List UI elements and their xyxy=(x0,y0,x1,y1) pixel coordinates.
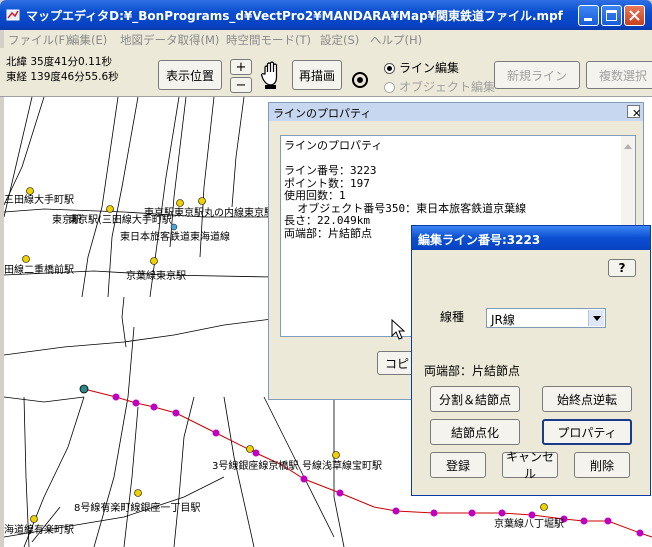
minimize-icon xyxy=(584,18,592,21)
minimize-button[interactable] xyxy=(578,5,599,26)
station-label: 東京駅東京駅丸の内線東京駅 xyxy=(144,208,274,219)
station-label: 8号線有楽町線銀座一丁目駅 xyxy=(74,503,201,514)
property-button[interactable]: プロパティ xyxy=(542,419,632,445)
station-label: 東日本旅客鉄道東海道線 xyxy=(120,232,230,243)
show-position-button[interactable]: 表示位置 xyxy=(158,60,222,90)
radio-unselected-icon xyxy=(384,82,395,93)
hand-tool-button[interactable] xyxy=(259,60,283,90)
properties-close-button[interactable]: ✕ xyxy=(627,105,642,120)
station-label: 3号線銀座線京橋駅 xyxy=(212,461,299,472)
multi-select-button[interactable]: 複数選択 xyxy=(586,61,652,89)
register-button[interactable]: 登録 xyxy=(430,452,486,478)
menu-help[interactable]: ヘルプ(H) xyxy=(370,32,422,48)
close-icon xyxy=(629,10,640,21)
line-type-label: 線種 xyxy=(440,310,465,324)
close-button[interactable] xyxy=(624,5,645,26)
line-edit-radio[interactable]: ライン編集 xyxy=(384,59,459,76)
cancel-button[interactable]: キャンセル xyxy=(502,450,558,481)
cursor-icon xyxy=(391,319,406,340)
line-edit-label: ライン編集 xyxy=(399,61,460,75)
station-label: 海道線有楽町駅 xyxy=(4,525,74,536)
delete-button[interactable]: 削除 xyxy=(574,452,630,478)
snap-toggle-button[interactable] xyxy=(350,70,370,90)
menu-edit[interactable]: 編集(E) xyxy=(68,32,107,48)
menu-bar: ファイル(F) 編集(E) 地図データ取得(M) 時空間モード(T) 設定(S)… xyxy=(4,30,652,48)
title-bar: マップエディタD:¥_BonPrograms_d¥VectPro2¥MANDAR… xyxy=(0,0,652,30)
target-icon xyxy=(352,72,368,88)
help-button[interactable]: ? xyxy=(608,259,636,277)
menu-file[interactable]: ファイル(F) xyxy=(8,32,70,48)
both-ends-label: 両端部：片結節点 xyxy=(424,364,521,378)
longitude-readout: 東経 139度46分55.6秒 xyxy=(6,71,119,83)
line-type-select[interactable]: JR線 xyxy=(486,308,606,328)
station-label: 田線二重橋前駅 xyxy=(4,265,74,276)
maximize-icon xyxy=(606,10,617,21)
app-icon xyxy=(6,9,20,21)
window-title: マップエディタD:¥_BonPrograms_d¥VectPro2¥MANDAR… xyxy=(26,9,563,23)
new-line-button[interactable]: 新規ライン xyxy=(494,61,580,89)
zoom-in-button[interactable]: + xyxy=(230,59,252,75)
edit-window-title: 編集ライン番号:3223 xyxy=(418,233,541,247)
object-edit-label: オブジェクト編集 xyxy=(399,80,496,94)
edit-line-window: 編集ライン番号:3223 ? 線種 JR線 両端部：片結節点 分割＆結節点 始終… xyxy=(411,225,651,496)
menu-map-data[interactable]: 地図データ取得(M) xyxy=(120,32,219,48)
radio-selected-icon xyxy=(384,63,395,74)
menu-spacetime[interactable]: 時空間モード(T) xyxy=(226,32,311,48)
chevron-down-icon xyxy=(588,310,604,326)
reverse-ends-button[interactable]: 始終点逆転 xyxy=(542,386,632,412)
redraw-button[interactable]: 再描画 xyxy=(292,60,342,90)
maximize-button[interactable] xyxy=(601,5,622,26)
hand-icon xyxy=(260,61,278,89)
menu-settings[interactable]: 設定(S) xyxy=(320,32,359,48)
station-label: 三田線大手町駅 xyxy=(4,195,74,206)
properties-title: ラインのプロパティ xyxy=(273,107,372,120)
station-label: 京葉線八丁堀駅 xyxy=(494,519,564,530)
object-edit-radio[interactable]: オブジェクト編集 xyxy=(384,78,495,95)
coordinate-readout: 北緯 35度41分0.11秒 東経 139度46分55.6秒 xyxy=(6,55,154,91)
scroll-up-arrow-icon xyxy=(624,140,632,149)
close-icon: ✕ xyxy=(632,107,642,120)
make-node-button[interactable]: 結節点化 xyxy=(430,419,520,445)
station-label: 京葉線東京駅 xyxy=(126,271,186,282)
station-label: 号線浅草線宝町駅 xyxy=(302,461,382,472)
split-node-button[interactable]: 分割＆結節点 xyxy=(430,386,520,412)
line-type-value: JR線 xyxy=(491,313,515,327)
latitude-readout: 北緯 35度41分0.11秒 xyxy=(6,56,112,68)
edit-title-bar: 編集ライン番号:3223 xyxy=(412,226,650,250)
zoom-out-button[interactable]: − xyxy=(230,77,252,93)
properties-title-bar: ラインのプロパティ ✕ xyxy=(269,103,643,121)
